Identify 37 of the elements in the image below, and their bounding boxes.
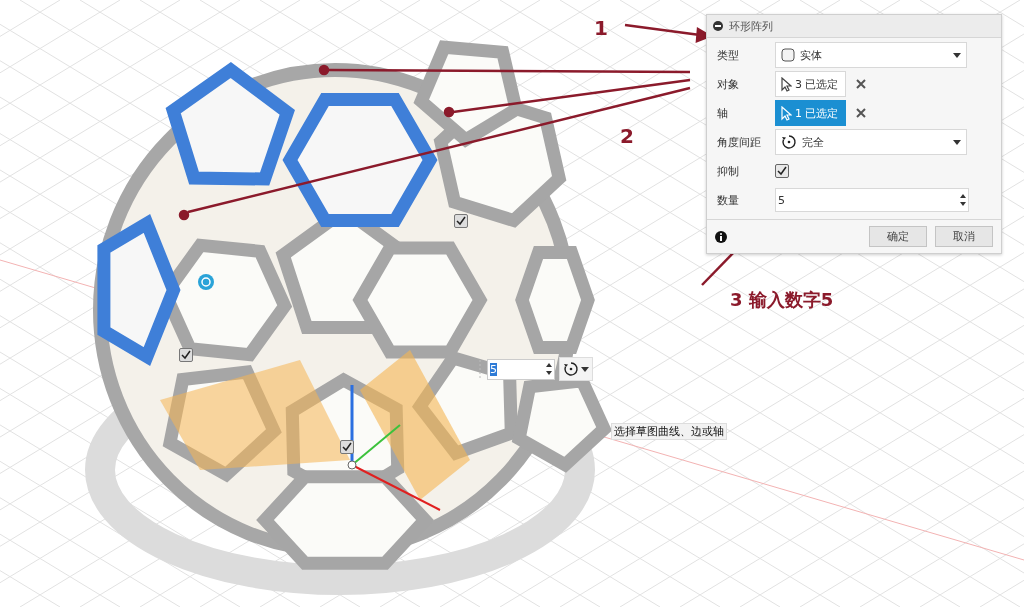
body-icon (781, 48, 795, 62)
checkbox[interactable] (179, 348, 193, 362)
dropdown[interactable]: 完全 (775, 129, 967, 155)
annotation-label: 3 输入数字5 (730, 288, 834, 312)
caret-icon (953, 139, 961, 145)
cursor-icon (781, 105, 792, 121)
cursor-icon (781, 76, 792, 92)
close-icon[interactable] (855, 108, 866, 118)
value-field[interactable]: 5 (487, 358, 555, 380)
info-icon[interactable] (715, 230, 727, 243)
checkbox[interactable] (454, 214, 468, 228)
field-label: 对象 (717, 76, 740, 92)
tooltip: 选择草图曲线、边或轴 (611, 423, 727, 440)
field-label: 角度间距 (717, 134, 762, 150)
spacing-dropdown[interactable] (559, 357, 593, 381)
annotation-label: 1 (594, 16, 608, 40)
annotation-label: 2 (620, 124, 634, 148)
close-icon[interactable] (855, 79, 866, 89)
rotate-icon (781, 134, 797, 150)
rotate-icon (563, 361, 579, 377)
field-label: 抑制 (717, 163, 740, 179)
dropdown[interactable]: 实体 (775, 42, 967, 68)
rotate-handle-icon[interactable] (198, 274, 214, 290)
selection-button[interactable]: 3 已选定 (775, 71, 846, 97)
dialog-title: 环形阵列 (729, 18, 773, 34)
grip-icon[interactable] (477, 359, 483, 379)
field-label: 轴 (717, 105, 729, 121)
caret-icon (953, 52, 961, 58)
checkbox[interactable] (340, 440, 354, 454)
field-label: 类型 (717, 47, 740, 63)
checkbox[interactable] (775, 164, 789, 178)
selection-button[interactable]: 1 已选定 (775, 100, 846, 126)
number-field[interactable]: 5 (775, 188, 969, 212)
field-label: 数量 (717, 192, 740, 208)
dialog-button[interactable]: 取消 (935, 226, 993, 247)
collapse-icon[interactable] (713, 21, 723, 31)
dialog-button[interactable]: 确定 (869, 226, 927, 247)
